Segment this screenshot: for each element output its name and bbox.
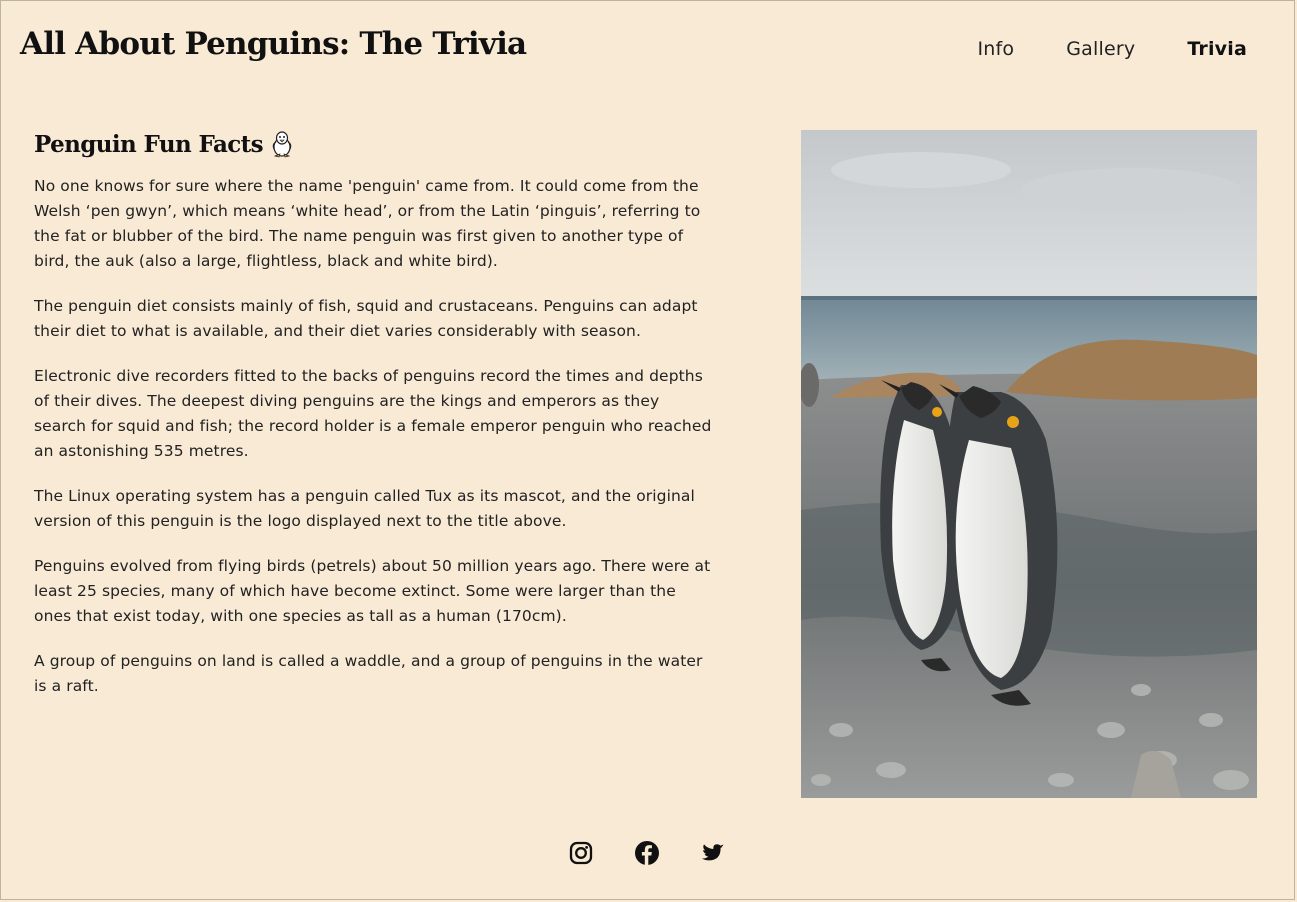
nav-link-info[interactable]: Info [977,38,1014,60]
fact-paragraph: Electronic dive recorders fitted to the … [34,367,712,460]
fact-paragraph: The penguin diet consists mainly of fish… [34,297,698,340]
penguin-photo [801,130,1257,798]
fact-paragraph: No one knows for sure where the name 'pe… [34,177,701,270]
site-title: All About Penguins: The Trivia [20,26,527,62]
twitter-icon [701,844,724,861]
instagram-link[interactable] [568,840,594,866]
tux-penguin-icon [272,131,292,158]
instagram-icon [569,841,593,865]
twitter-link[interactable] [700,840,726,866]
penguin-photo-image [801,130,1257,798]
facebook-link[interactable] [634,840,660,866]
section-heading: Penguin Fun Facts [34,130,714,158]
section-heading-text: Penguin Fun Facts [34,130,264,158]
fact-paragraph: A group of penguins on land is called a … [34,652,703,695]
fact-paragraph: Penguins evolved from flying birds (petr… [34,557,711,625]
facebook-icon [635,841,659,865]
nav-link-trivia[interactable]: Trivia [1187,38,1247,60]
social-links [568,840,766,866]
nav-link-gallery[interactable]: Gallery [1066,38,1135,60]
facts-section: Penguin Fun Facts No one knows for sure … [34,130,714,719]
main-nav: Info Gallery Trivia [925,38,1247,60]
fact-paragraph: The Linux operating system has a penguin… [34,487,695,530]
